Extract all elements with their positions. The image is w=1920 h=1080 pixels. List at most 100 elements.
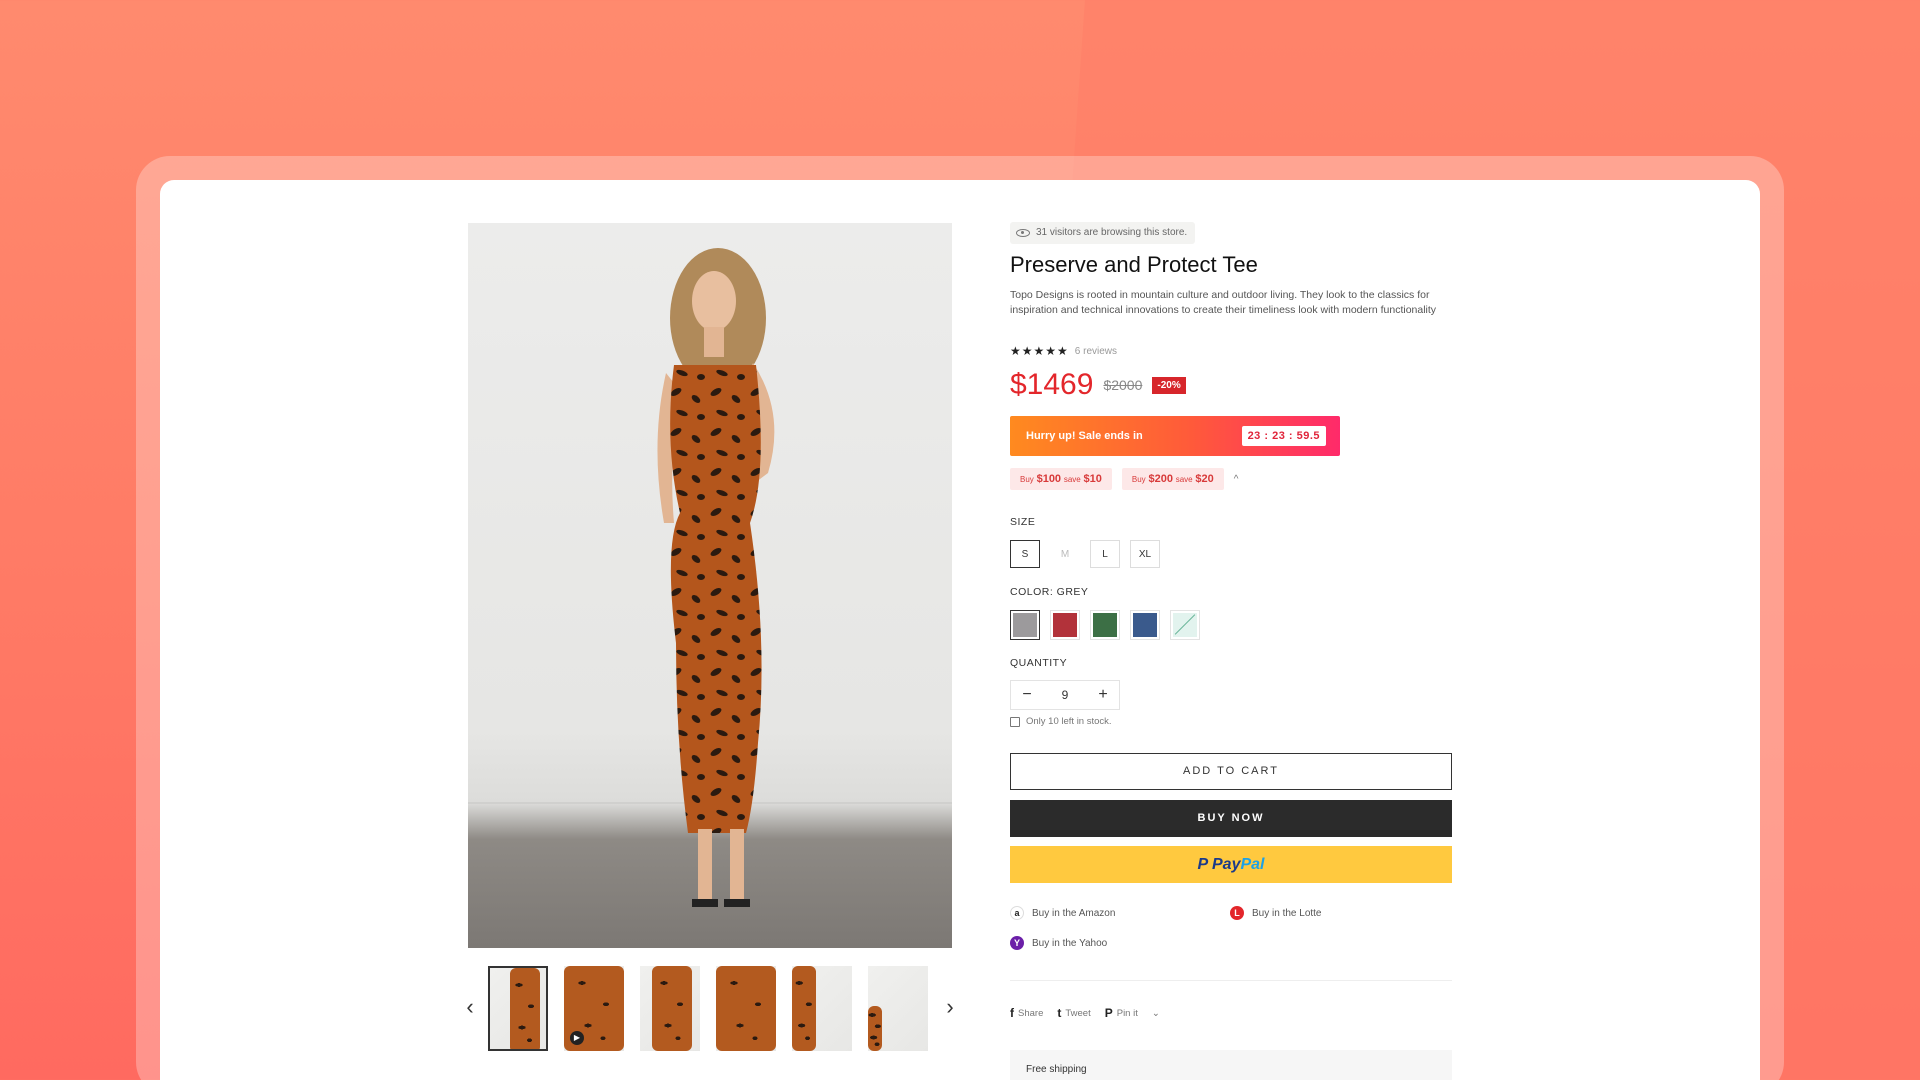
thumbnail[interactable] <box>640 966 700 1051</box>
thumb-next-arrow[interactable]: › <box>942 992 958 1022</box>
thumbnail-strip: ‹ ▶ › <box>466 964 954 1054</box>
discount-badge: -20% <box>1152 376 1186 394</box>
thumb-prev-arrow[interactable]: ‹ <box>462 992 478 1022</box>
play-icon: ▶ <box>570 1031 584 1045</box>
offer-mid: save <box>1175 475 1193 484</box>
swatch-grey[interactable] <box>1010 610 1040 640</box>
swatch-fill <box>1093 613 1117 637</box>
size-option-l[interactable]: L <box>1090 540 1120 568</box>
swatch-fill <box>1053 613 1077 637</box>
eye-icon <box>1016 229 1030 237</box>
amazon-link[interactable]: a Buy in the Amazon <box>1010 906 1115 920</box>
swatch-fill <box>1013 613 1037 637</box>
minus-button[interactable]: − <box>1019 686 1035 704</box>
store-label: Buy in the Yahoo <box>1032 937 1108 949</box>
share-pinterest[interactable]: P Pin it <box>1105 1006 1138 1020</box>
thumbnail-image <box>716 966 776 1051</box>
thumbnail-video[interactable]: ▶ <box>564 966 624 1051</box>
paypal-logo-part2: Pal <box>1240 856 1265 873</box>
thumbnail-image <box>652 966 692 1051</box>
size-option-s[interactable]: S <box>1010 540 1040 568</box>
swatch-fill <box>1173 613 1197 637</box>
lotte-icon: L <box>1230 906 1244 920</box>
thumbnail-image <box>510 968 540 1049</box>
plus-button[interactable]: + <box>1095 686 1111 704</box>
yahoo-icon: Y <box>1010 936 1024 950</box>
swatch-mint-unavailable[interactable] <box>1170 610 1200 640</box>
facebook-icon: f <box>1010 1006 1014 1020</box>
thumbnail[interactable] <box>868 966 928 1051</box>
quantity-input[interactable]: 9 <box>1062 688 1069 702</box>
share-label: Share <box>1018 1007 1044 1019</box>
offer-prefix: Buy <box>1131 475 1146 484</box>
sale-text: Hurry up! Sale ends in <box>1026 430 1143 442</box>
offer-badge[interactable]: Buy $100 save $10 <box>1010 468 1112 490</box>
stock-text: Only 10 left in stock. <box>1026 716 1112 727</box>
swatch-blue[interactable] <box>1130 610 1160 640</box>
product-title: Preserve and Protect Tee <box>1010 252 1258 277</box>
amazon-icon: a <box>1010 906 1024 920</box>
color-label: COLOR: GREY <box>1010 586 1089 598</box>
thumbnail-image <box>792 966 816 1051</box>
size-option-xl[interactable]: XL <box>1130 540 1160 568</box>
visitors-text: 31 visitors are browsing this store. <box>1036 227 1188 238</box>
price-row: $1469 $2000 -20% <box>1010 368 1186 402</box>
size-options: S M L XL <box>1010 540 1160 568</box>
add-to-cart-button[interactable]: ADD TO CART <box>1010 753 1452 790</box>
product-page: ‹ ▶ › 31 visitors are browsing this stor… <box>160 180 1760 1080</box>
size-label: SIZE <box>1010 516 1036 528</box>
paypal-logo-part1: P Pay <box>1197 856 1241 873</box>
star-rating-icons: ★★★★★ <box>1010 344 1069 358</box>
thumbnail-image <box>868 1006 882 1051</box>
model-photo-illustration <box>468 248 952 907</box>
shipping-info[interactable]: Free shipping <box>1010 1050 1452 1080</box>
size-option-m[interactable]: M <box>1050 540 1080 568</box>
swatch-green[interactable] <box>1090 610 1120 640</box>
store-label: Buy in the Amazon <box>1032 907 1116 919</box>
buy-now-button[interactable]: BUY NOW <box>1010 800 1452 837</box>
share-label: Tweet <box>1065 1007 1091 1019</box>
divider <box>1010 980 1452 981</box>
visitors-badge: 31 visitors are browsing this store. <box>1010 222 1196 244</box>
chevron-down-icon[interactable]: ⌄ <box>1152 1008 1160 1019</box>
social-share: f Share t Tweet P Pin it ⌄ <box>1010 1006 1160 1020</box>
compare-price: $2000 <box>1103 377 1143 393</box>
thumbnail[interactable] <box>792 966 852 1051</box>
offer-badge[interactable]: Buy $200 save $20 <box>1121 468 1224 490</box>
swatch-fill <box>1133 613 1157 637</box>
chevron-up-icon[interactable]: ^ <box>1234 474 1239 485</box>
thumbnail[interactable] <box>488 966 548 1051</box>
product-info: 31 visitors are browsing this store. Pre… <box>1010 180 1460 1080</box>
offer-mid: save <box>1063 475 1081 484</box>
offer-amount: $100 <box>1036 473 1062 485</box>
stock-notice: Only 10 left in stock. <box>1010 716 1112 727</box>
marketplace-links: a Buy in the Amazon L Buy in the Lotte Y… <box>1010 906 1452 966</box>
yahoo-link[interactable]: Y Buy in the Yahoo <box>1010 936 1107 950</box>
share-twitter[interactable]: t Tweet <box>1057 1006 1090 1020</box>
offer-save: $10 <box>1083 473 1102 485</box>
share-facebook[interactable]: f Share <box>1010 1006 1043 1020</box>
sale-countdown-bar: Hurry up! Sale ends in 23 : 23 : 59.5 <box>1010 416 1340 456</box>
offer-amount: $200 <box>1148 473 1173 485</box>
pinterest-icon: P <box>1104 1006 1113 1020</box>
quantity-stepper: − 9 + <box>1010 680 1120 710</box>
twitter-icon: t <box>1057 1006 1062 1020</box>
thumbnail[interactable] <box>716 966 776 1051</box>
quantity-label: QUANTITY <box>1010 657 1068 669</box>
product-main-image[interactable] <box>468 223 952 948</box>
paypal-button[interactable]: P PayPal <box>1010 846 1452 883</box>
share-label: Pin it <box>1116 1007 1138 1019</box>
rating: ★★★★★ 6 reviews <box>1010 344 1117 358</box>
color-swatches <box>1010 610 1200 640</box>
swatch-red[interactable] <box>1050 610 1080 640</box>
store-label: Buy in the Lotte <box>1252 907 1322 919</box>
bag-icon <box>1010 716 1020 727</box>
offer-save: $20 <box>1195 473 1214 485</box>
product-description: Topo Designs is rooted in mountain cultu… <box>1010 289 1437 316</box>
countdown-timer: 23 : 23 : 59.5 <box>1241 426 1326 446</box>
reviews-link[interactable]: 6 reviews <box>1075 346 1117 357</box>
lotte-link[interactable]: L Buy in the Lotte <box>1230 906 1322 920</box>
offer-prefix: Buy <box>1020 475 1034 484</box>
volume-offers: Buy $100 save $10 Buy $200 save $20 ^ <box>1010 468 1238 490</box>
current-price: $1469 <box>1010 368 1094 401</box>
